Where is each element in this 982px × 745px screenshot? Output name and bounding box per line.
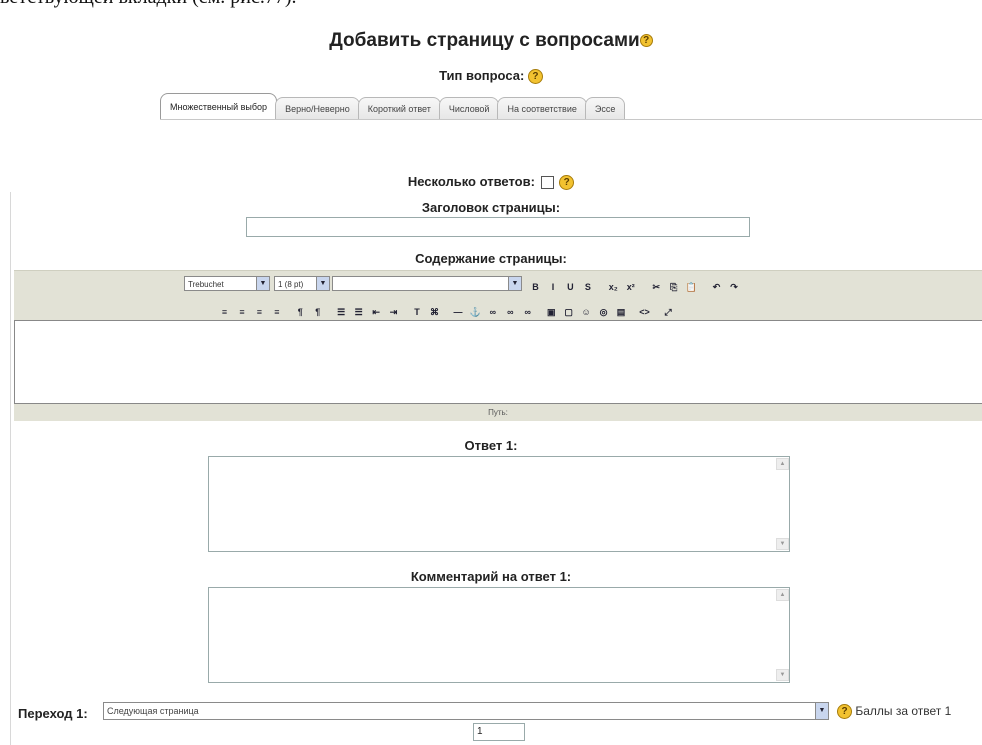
- multiple-answers-row: Несколько ответов: ?: [0, 174, 982, 191]
- tab-multichoice[interactable]: Множественный выбор: [160, 93, 278, 120]
- scroll-up-icon[interactable]: ▲: [776, 458, 789, 470]
- cut-icon[interactable]: ✂: [651, 282, 662, 293]
- horizontal-rule-icon[interactable]: —: [452, 307, 463, 318]
- tab-essay[interactable]: Эссе: [584, 97, 626, 120]
- chevron-down-icon: ▼: [815, 703, 828, 719]
- answer-label: Ответ 1:: [464, 438, 518, 453]
- scroll-up-icon[interactable]: ▲: [776, 589, 789, 601]
- link-icon[interactable]: ∞: [487, 307, 498, 318]
- help-icon[interactable]: ?: [527, 69, 543, 85]
- question-type-tabs: Множественный выбор Верно/Неверно Коротк…: [160, 90, 626, 120]
- page-heading-label: Заголовок страницы:: [421, 200, 561, 215]
- copy-icon[interactable]: ⎘: [668, 282, 679, 293]
- italic-icon[interactable]: I: [547, 282, 558, 293]
- jump-label: Переход 1:: [18, 706, 88, 721]
- nolink-icon[interactable]: ∞: [522, 307, 533, 318]
- redo-icon[interactable]: ↷: [729, 282, 740, 293]
- editor-toolbar: Trebuchet ▼ 1 (8 pt) ▼ ▼ B I U S x₂ x² ✂…: [14, 270, 982, 321]
- align-left-icon[interactable]: ≡: [219, 307, 230, 318]
- indent-icon[interactable]: ⇥: [388, 307, 399, 318]
- tab-numerical[interactable]: Числовой: [438, 97, 500, 120]
- unlink-icon[interactable]: ∞: [505, 307, 516, 318]
- font-family-select[interactable]: Trebuchet ▼: [184, 276, 270, 291]
- page-contents-label: Содержание страницы:: [415, 251, 567, 266]
- scroll-down-icon[interactable]: ▼: [776, 538, 789, 550]
- smiley-icon[interactable]: ☺: [581, 307, 592, 318]
- font-size-value: 1 (8 pt): [278, 280, 304, 289]
- question-type-label: Тип вопроса: ?: [0, 68, 982, 85]
- font-size-select[interactable]: 1 (8 pt) ▼: [274, 276, 330, 291]
- ltr-icon[interactable]: ¶: [295, 307, 306, 318]
- style-select[interactable]: ▼: [332, 276, 522, 291]
- response-label: Комментарий на ответ 1:: [410, 569, 572, 584]
- jump-select[interactable]: Следующая страница ▼: [103, 702, 829, 720]
- chevron-down-icon: ▼: [508, 277, 521, 290]
- ordered-list-icon[interactable]: ☰: [336, 307, 347, 318]
- table-icon[interactable]: ▢: [563, 307, 574, 318]
- outdent-icon[interactable]: ⇤: [371, 307, 382, 318]
- font-family-value: Trebuchet: [188, 280, 224, 289]
- superscript-icon[interactable]: x²: [625, 282, 636, 293]
- justify-icon[interactable]: ≡: [271, 307, 282, 318]
- text-color-icon[interactable]: T: [412, 307, 423, 318]
- form-border: [10, 192, 11, 745]
- response-textarea[interactable]: ▲ ▼: [208, 587, 790, 683]
- page-contents-editor[interactable]: [14, 320, 982, 404]
- bold-icon[interactable]: B: [530, 282, 541, 293]
- multiple-answers-label: Несколько ответов:: [407, 174, 535, 189]
- scroll-down-icon[interactable]: ▼: [776, 669, 789, 681]
- tab-matching[interactable]: На соответствие: [497, 97, 587, 120]
- question-type-label-text: Тип вопроса:: [439, 68, 525, 83]
- editor-path-bar: Путь:: [14, 404, 982, 421]
- help-icon[interactable]: ?: [559, 175, 575, 191]
- help-icon[interactable]: ?: [639, 34, 653, 48]
- chevron-down-icon: ▼: [256, 277, 269, 290]
- score-row: ? Баллы за ответ 1: [837, 704, 952, 720]
- score-input[interactable]: 1: [473, 723, 525, 741]
- toolbar-row-2: ≡ ≡ ≡ ≡ ¶ ¶ ☰ ☰ ⇤ ⇥ T ⌘ — ⚓ ∞ ∞ ∞ ▣ ▢ ☺ …: [219, 302, 675, 320]
- answer-textarea[interactable]: ▲ ▼: [208, 456, 790, 552]
- align-right-icon[interactable]: ≡: [254, 307, 265, 318]
- fullscreen-icon[interactable]: ⤢: [662, 307, 673, 318]
- tab-truefalse[interactable]: Верно/Неверно: [275, 97, 360, 120]
- document-caption: ветствующей вкладки (см. рис.77).: [0, 0, 297, 9]
- strikethrough-icon[interactable]: S: [582, 282, 593, 293]
- multiple-answers-checkbox[interactable]: [540, 176, 554, 190]
- toolbar-row-1: B I U S x₂ x² ✂ ⎘ 📋 ↶ ↷: [530, 277, 742, 295]
- page-title-text: Добавить страницу с вопросами: [329, 30, 640, 51]
- tab-divider: [160, 119, 982, 120]
- image-icon[interactable]: ▣: [546, 307, 557, 318]
- page-heading-input[interactable]: [246, 217, 750, 237]
- chevron-down-icon: ▼: [316, 277, 329, 290]
- subscript-icon[interactable]: x₂: [608, 282, 619, 293]
- paste-icon[interactable]: 📋: [686, 282, 697, 293]
- score-label: Баллы за ответ 1: [855, 704, 952, 718]
- align-center-icon[interactable]: ≡: [236, 307, 247, 318]
- rtl-icon[interactable]: ¶: [312, 307, 323, 318]
- underline-icon[interactable]: U: [565, 282, 576, 293]
- html-source-icon[interactable]: <>: [639, 307, 650, 318]
- search-replace-icon[interactable]: ▤: [616, 307, 627, 318]
- unordered-list-icon[interactable]: ☰: [353, 307, 364, 318]
- special-char-icon[interactable]: ◎: [598, 307, 609, 318]
- background-color-icon[interactable]: ⌘: [429, 307, 440, 318]
- anchor-icon[interactable]: ⚓: [470, 307, 481, 318]
- scrollbar[interactable]: ▲ ▼: [775, 458, 789, 550]
- jump-value: Следующая страница: [107, 706, 199, 716]
- page-title: Добавить страницу с вопросами?: [0, 30, 982, 52]
- tab-shortanswer[interactable]: Короткий ответ: [357, 97, 441, 120]
- help-icon[interactable]: ?: [837, 704, 852, 720]
- undo-icon[interactable]: ↶: [711, 282, 722, 293]
- scrollbar[interactable]: ▲ ▼: [775, 589, 789, 681]
